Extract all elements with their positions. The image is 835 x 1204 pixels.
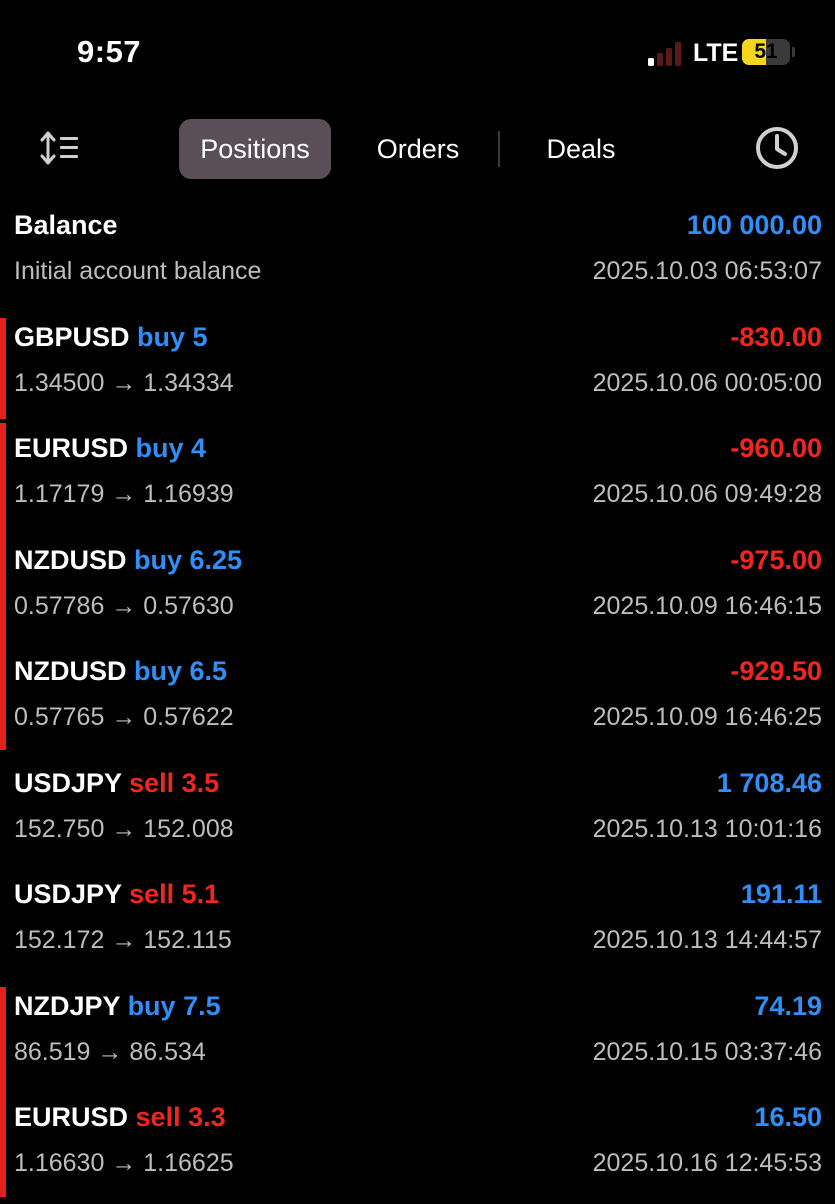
deal-time: 2025.10.09 16:46:15: [592, 591, 822, 620]
history-clock-icon[interactable]: [752, 123, 802, 173]
deal-profit: -929.50: [730, 656, 822, 686]
deal-title: GBPUSD buy 5: [14, 322, 208, 353]
deal-prices: 0.57765 → 0.57622: [14, 703, 234, 731]
deal-row[interactable]: NZDUSD buy 6.5 0.57765 → 0.57622 -929.50…: [0, 646, 835, 758]
deal-time: 2025.10.13 14:44:57: [592, 926, 822, 954]
status-bar: 9:57 LTE 51: [0, 0, 835, 105]
deal-side: sell 5.1: [129, 879, 220, 909]
deal-profit: 1 708.46: [716, 767, 822, 798]
deal-title: USDJPY sell 5.1: [14, 879, 219, 910]
deal-title: NZDUSD buy 6.5: [14, 656, 227, 687]
network-type: LTE: [693, 39, 739, 67]
toolbar: Positions Orders Deals: [0, 110, 835, 190]
deal-symbol: EURUSD: [14, 433, 129, 463]
deal-prices: 86.519 → 86.534: [14, 1037, 206, 1066]
deal-row[interactable]: USDJPY sell 3.5 152.750 → 152.008 1 708.…: [0, 758, 835, 870]
deal-symbol: NZDJPY: [14, 990, 121, 1021]
deal-title: USDJPY sell 3.5: [14, 768, 219, 799]
deal-symbol: NZDUSD: [14, 656, 127, 686]
deal-time: 2025.10.06 09:49:28: [592, 480, 822, 508]
deal-side: buy 6.25: [134, 544, 243, 575]
deal-profit: 191.11: [740, 879, 822, 909]
deal-profit: -830.00: [730, 321, 822, 352]
deal-row[interactable]: GBPUSD buy 5 1.34500 → 1.34334 -830.00 2…: [0, 312, 835, 424]
battery-icon: 51: [742, 39, 790, 65]
deal-title: EURUSD sell 3.3: [14, 1102, 226, 1133]
deal-profit: -960.00: [730, 433, 822, 463]
deal-prices: 152.172 → 152.115: [14, 926, 232, 954]
deal-side: buy 4: [135, 433, 207, 463]
deal-profit: 16.50: [754, 1102, 822, 1132]
balance-amount: 100 000.00: [686, 210, 822, 240]
deal-prices: 0.57786 → 0.57630: [14, 591, 234, 620]
battery-percent: 51: [754, 40, 778, 63]
battery-cap: [792, 47, 795, 57]
tab-orders[interactable]: Orders: [358, 119, 478, 179]
position-group-bar: [0, 534, 6, 646]
deal-side: sell 3.3: [135, 1102, 226, 1132]
position-group-bar: [0, 1092, 6, 1197]
balance-title: Balance: [14, 210, 118, 240]
tab-divider: [498, 131, 500, 167]
tab-positions[interactable]: Positions: [179, 119, 331, 179]
deal-row[interactable]: NZDUSD buy 6.25 0.57786 → 0.57630 -975.0…: [0, 534, 835, 646]
deal-time: 2025.10.15 03:37:46: [592, 1037, 822, 1066]
deal-prices: 1.34500 → 1.34334: [14, 368, 234, 397]
status-time: 9:57: [77, 34, 142, 69]
cellular-signal-icon: [648, 40, 688, 66]
position-group-bar: [0, 986, 6, 1092]
deal-row[interactable]: NZDJPY buy 7.5 86.519 → 86.534 74.19 202…: [0, 981, 835, 1092]
deal-prices: 1.16630 → 1.16625: [14, 1149, 234, 1177]
deal-time: 2025.10.09 16:46:25: [592, 703, 822, 731]
tab-deals[interactable]: Deals: [525, 119, 637, 179]
deal-side: buy 6.5: [134, 656, 228, 686]
deal-side: buy 5: [137, 321, 208, 352]
deal-time: 2025.10.06 00:05:00: [592, 368, 822, 397]
deals-list: Balance Initial account balance 100 000.…: [0, 200, 835, 1204]
deal-symbol: GBPUSD: [14, 321, 130, 352]
deal-symbol: USDJPY: [14, 879, 122, 909]
position-group-bar: [0, 646, 6, 750]
deal-profit: -975.00: [730, 544, 822, 575]
balance-timestamp: 2025.10.03 06:53:07: [592, 257, 822, 285]
deal-row[interactable]: EURUSD sell 3.3 1.16630 → 1.16625 16.50 …: [0, 1092, 835, 1204]
deal-title: NZDUSD buy 6.25: [14, 545, 242, 576]
deal-time: 2025.10.13 10:01:16: [592, 814, 822, 843]
deal-row[interactable]: USDJPY sell 5.1 152.172 → 152.115 191.11…: [0, 869, 835, 981]
deal-title: NZDJPY buy 7.5: [14, 991, 221, 1022]
deal-side: sell 3.5: [129, 767, 220, 798]
deal-symbol: USDJPY: [14, 767, 122, 798]
deal-profit: 74.19: [754, 990, 822, 1021]
deal-prices: 152.750 → 152.008: [14, 814, 234, 843]
deal-side: buy 7.5: [127, 990, 221, 1021]
position-group-bar: [0, 423, 6, 535]
deal-title: EURUSD buy 4: [14, 433, 206, 464]
position-group-bar: [0, 317, 6, 419]
balance-row[interactable]: Balance Initial account balance 100 000.…: [0, 200, 835, 312]
sort-icon[interactable]: [38, 128, 82, 168]
deal-symbol: NZDUSD: [14, 544, 127, 575]
deal-time: 2025.10.16 12:45:53: [592, 1149, 822, 1177]
deal-row[interactable]: EURUSD buy 4 1.17179 → 1.16939 -960.00 2…: [0, 423, 835, 535]
balance-description: Initial account balance: [14, 257, 262, 285]
deal-prices: 1.17179 → 1.16939: [14, 480, 234, 508]
deal-symbol: EURUSD: [14, 1102, 129, 1132]
